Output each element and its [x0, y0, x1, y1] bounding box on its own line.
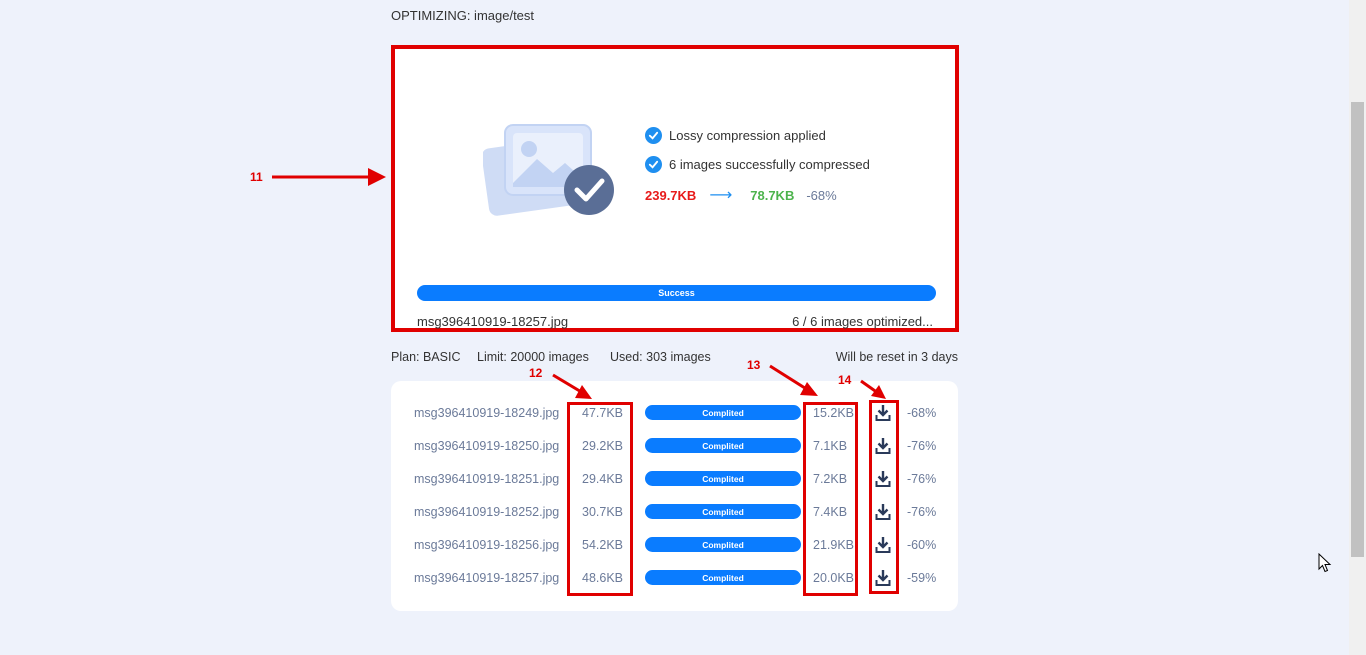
- callout-number: 11: [250, 170, 263, 184]
- callout-number: 14: [838, 373, 852, 387]
- annotation-arrows: [272, 168, 886, 399]
- callout-number: 13: [747, 358, 761, 372]
- scrollbar-thumb[interactable]: [1351, 102, 1364, 557]
- callout-number: 12: [529, 366, 543, 380]
- mouse-cursor-icon: [1318, 553, 1332, 573]
